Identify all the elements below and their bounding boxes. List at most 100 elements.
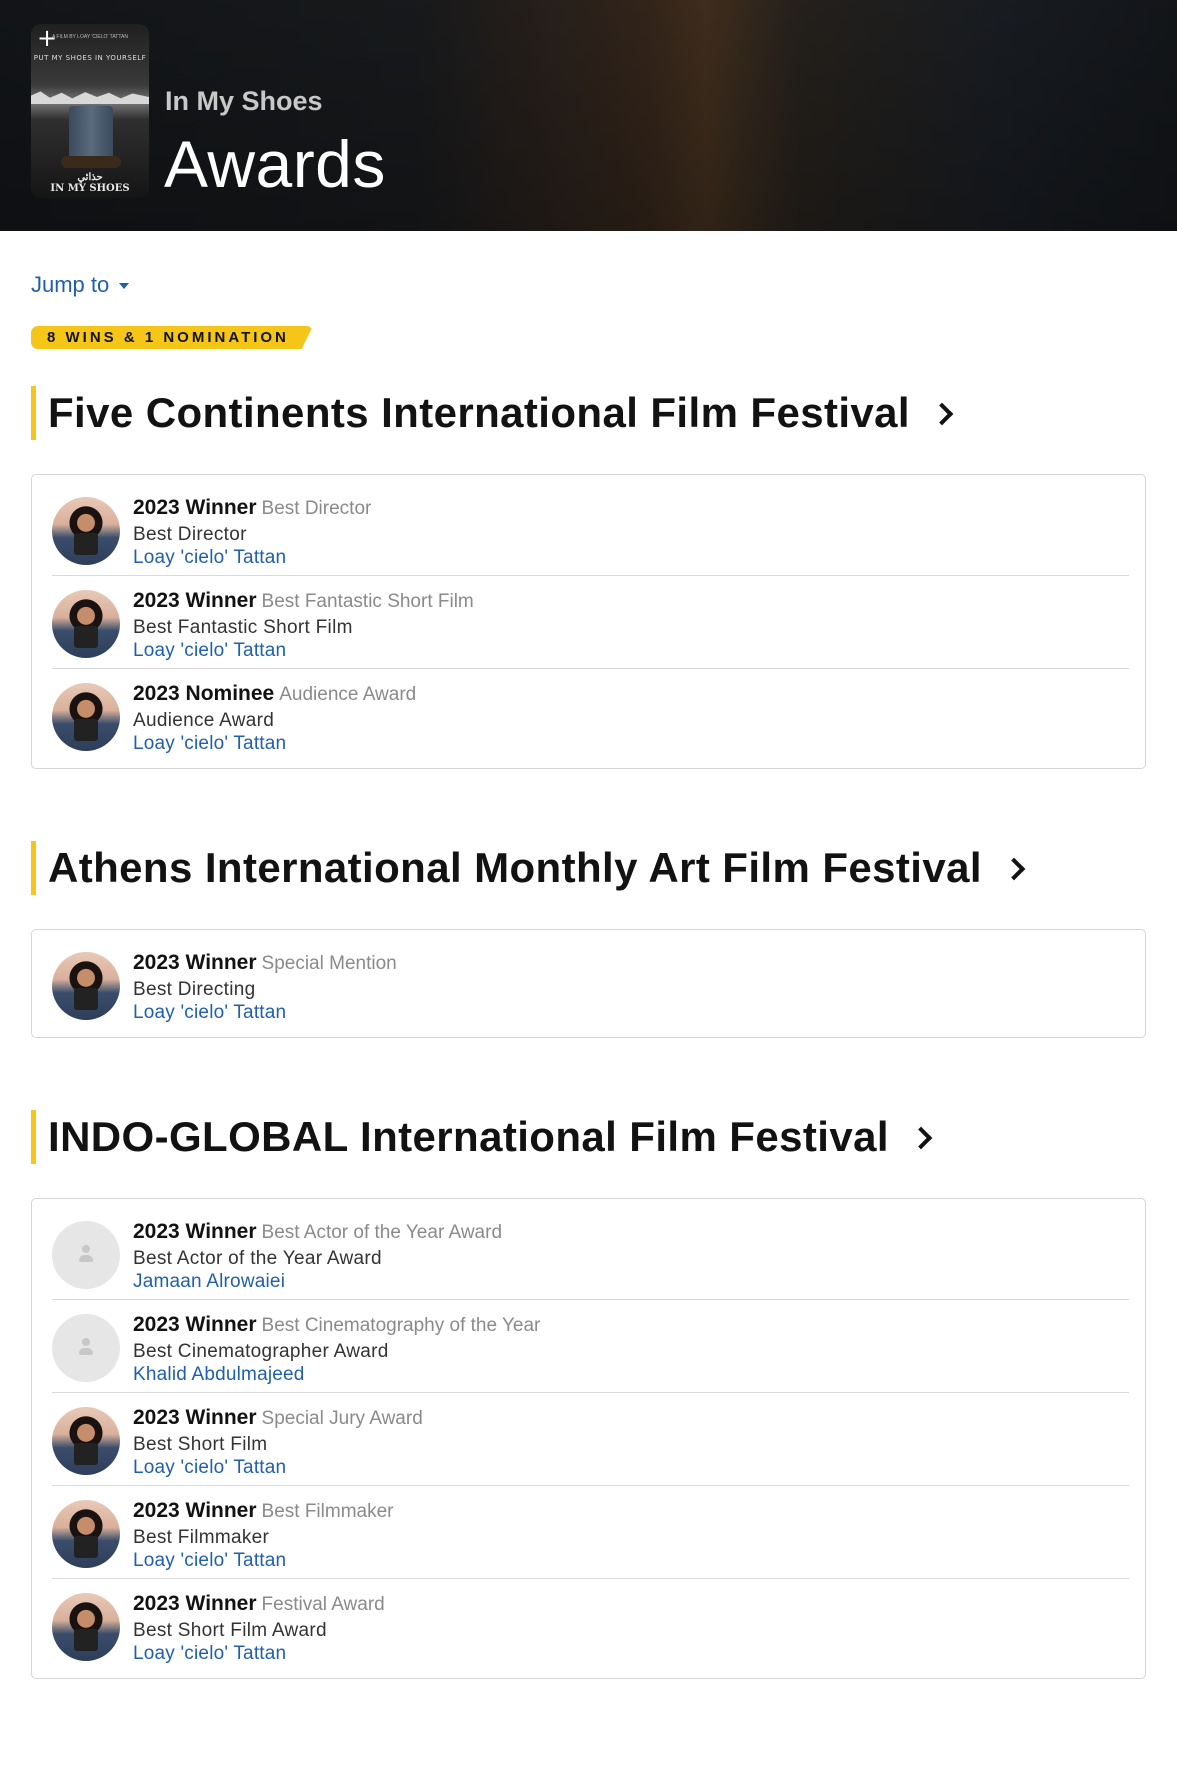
award-heading: 2023 Nominee Audience Award <box>133 683 416 704</box>
avatar[interactable] <box>52 683 120 751</box>
avatar-placeholder-icon[interactable] <box>52 1314 120 1382</box>
page-title: Awards <box>164 127 386 201</box>
festival-heading-link[interactable]: INDO-GLOBAL International Film Festival <box>31 1110 1146 1164</box>
award-name: Best Short Film <box>133 1434 268 1455</box>
award-category: Best Fantastic Short Film <box>261 591 474 612</box>
award-name: Audience Award <box>133 710 275 731</box>
poster-legs <box>69 106 113 160</box>
recipient-link[interactable]: Loay 'cielo' Tattan <box>133 1003 397 1022</box>
award-info: 2023 Winner Best Director Best Director Loa… <box>133 497 371 567</box>
add-to-watchlist-icon[interactable]: + <box>36 26 58 50</box>
poster-title-en: IN MY SHOES <box>50 183 130 194</box>
award-info: 2023 Winner Best Actor of the Year Award B… <box>133 1221 502 1291</box>
poster-title-ar: حذائي <box>77 172 103 183</box>
award-heading: 2023 Winner Special Jury Award <box>133 1407 423 1428</box>
awards-list: 2023 Winner Best Director Best Director Loa… <box>31 474 1146 769</box>
award-heading: 2023 Winner Special Mention <box>133 952 397 973</box>
poster-tagline: PUT MY SHOES IN YOURSELF <box>33 54 147 62</box>
recipient-link[interactable]: Loay 'cielo' Tattan <box>133 641 474 660</box>
award-row: 2023 Winner Best Cinematography of the Ye… <box>52 1300 1129 1393</box>
award-category: Best Actor of the Year Award <box>261 1222 503 1243</box>
award-name: Best Director <box>133 524 247 545</box>
avatar[interactable] <box>52 1500 120 1568</box>
avatar[interactable] <box>52 590 120 658</box>
award-heading: 2023 Winner Best Director <box>133 497 371 518</box>
award-category: Special Mention <box>261 953 397 974</box>
award-outcome: 2023 Winner <box>133 589 257 612</box>
award-sections: Five Continents International Film Festi… <box>31 386 1146 1679</box>
poster-torn-paper <box>31 91 149 104</box>
award-row: 2023 Winner Festival Award Best Short Film… <box>52 1579 1129 1672</box>
award-category: Audience Award <box>279 684 417 705</box>
award-info: 2023 Winner Special Mention Best Directing… <box>133 952 397 1022</box>
person-body-shape <box>79 1348 93 1355</box>
award-heading: 2023 Winner Festival Award <box>133 1593 385 1614</box>
awards-summary-badge: 8 WINS & 1 NOMINATION <box>31 326 313 349</box>
award-outcome: 2023 Nominee <box>133 682 275 705</box>
award-info: 2023 Winner Best Fantastic Short Film Best… <box>133 590 474 660</box>
recipient-link[interactable]: Jamaan Alrowaiei <box>133 1272 502 1291</box>
award-row: 2023 Nominee Audience Award Audience Award… <box>52 669 1129 762</box>
award-info: 2023 Winner Festival Award Best Short Film… <box>133 1593 385 1663</box>
award-section: Five Continents International Film Festi… <box>31 386 1146 769</box>
avatar[interactable] <box>52 1593 120 1661</box>
recipient-link[interactable]: Loay 'cielo' Tattan <box>133 1644 385 1663</box>
award-heading: 2023 Winner Best Actor of the Year Award <box>133 1221 502 1242</box>
award-outcome: 2023 Winner <box>133 1406 257 1429</box>
festival-heading-link[interactable]: Athens International Monthly Art Film Fe… <box>31 841 1146 895</box>
award-info: 2023 Winner Best Cinematography of the Ye… <box>133 1314 540 1384</box>
award-name: Best Short Film Award <box>133 1620 327 1641</box>
award-category: Special Jury Award <box>261 1408 423 1429</box>
award-outcome: 2023 Winner <box>133 1313 257 1336</box>
festival-title: Athens International Monthly Art Film Fe… <box>48 844 982 891</box>
award-category: Best Filmmaker <box>261 1501 394 1522</box>
jump-to-label: Jump to <box>31 272 110 297</box>
recipient-link[interactable]: Khalid Abdulmajeed <box>133 1365 540 1384</box>
person-head-shape <box>82 1245 90 1253</box>
recipient-link[interactable]: Loay 'cielo' Tattan <box>133 548 371 567</box>
award-name: Best Directing <box>133 979 256 1000</box>
festival-title: INDO-GLOBAL International Film Festival <box>48 1113 889 1160</box>
award-heading: 2023 Winner Best Filmmaker <box>133 1500 394 1521</box>
award-info: 2023 Winner Best Filmmaker Best Filmmaker L… <box>133 1500 394 1570</box>
award-row: 2023 Winner Best Fantastic Short Film Best… <box>52 576 1129 669</box>
festival-heading-link[interactable]: Five Continents International Film Festi… <box>31 386 1146 440</box>
recipient-link[interactable]: Loay 'cielo' Tattan <box>133 1551 394 1570</box>
award-outcome: 2023 Winner <box>133 496 257 519</box>
award-name: Best Filmmaker <box>133 1527 270 1548</box>
page-hero: A FILM BY LOAY 'CIELO' TATTAN PUT MY SHO… <box>0 0 1177 231</box>
award-section: INDO-GLOBAL International Film Festival 2… <box>31 1110 1146 1679</box>
caret-down-icon <box>119 283 130 289</box>
award-name: Best Actor of the Year Award <box>133 1248 382 1269</box>
poster-shoes <box>61 156 121 168</box>
award-category: Best Director <box>261 498 372 519</box>
award-category: Best Cinematography of the Year <box>261 1315 541 1336</box>
jump-to-dropdown[interactable]: Jump to <box>31 272 130 298</box>
poster-title: حذائي IN MY SHOES <box>31 172 149 194</box>
movie-title-link[interactable]: In My Shoes <box>165 86 323 117</box>
avatar-placeholder-icon[interactable] <box>52 1221 120 1289</box>
recipient-link[interactable]: Loay 'cielo' Tattan <box>133 1458 423 1477</box>
award-row: 2023 Winner Special Mention Best Directing… <box>52 938 1129 1031</box>
award-row: 2023 Winner Special Jury Award Best Short … <box>52 1393 1129 1486</box>
award-row: 2023 Winner Best Director Best Director Loa… <box>52 483 1129 576</box>
avatar[interactable] <box>52 497 120 565</box>
award-heading: 2023 Winner Best Cinematography of the Ye… <box>133 1314 540 1335</box>
chevron-right-icon <box>909 1126 933 1150</box>
person-head-shape <box>82 1338 90 1346</box>
avatar[interactable] <box>52 1407 120 1475</box>
main-content: Jump to 8 WINS & 1 NOMINATION Five Conti… <box>0 231 1177 1679</box>
award-outcome: 2023 Winner <box>133 1499 257 1522</box>
award-outcome: 2023 Winner <box>133 1220 257 1243</box>
award-outcome: 2023 Winner <box>133 951 257 974</box>
awards-list: 2023 Winner Special Mention Best Directing… <box>31 929 1146 1038</box>
award-outcome: 2023 Winner <box>133 1592 257 1615</box>
award-name: Best Cinematographer Award <box>133 1341 389 1362</box>
award-name: Best Fantastic Short Film <box>133 617 353 638</box>
chevron-right-icon <box>1002 857 1026 881</box>
recipient-link[interactable]: Loay 'cielo' Tattan <box>133 734 416 753</box>
chevron-right-icon <box>930 402 954 426</box>
award-row: 2023 Winner Best Filmmaker Best Filmmaker L… <box>52 1486 1129 1579</box>
avatar[interactable] <box>52 952 120 1020</box>
award-section: Athens International Monthly Art Film Fe… <box>31 841 1146 1038</box>
